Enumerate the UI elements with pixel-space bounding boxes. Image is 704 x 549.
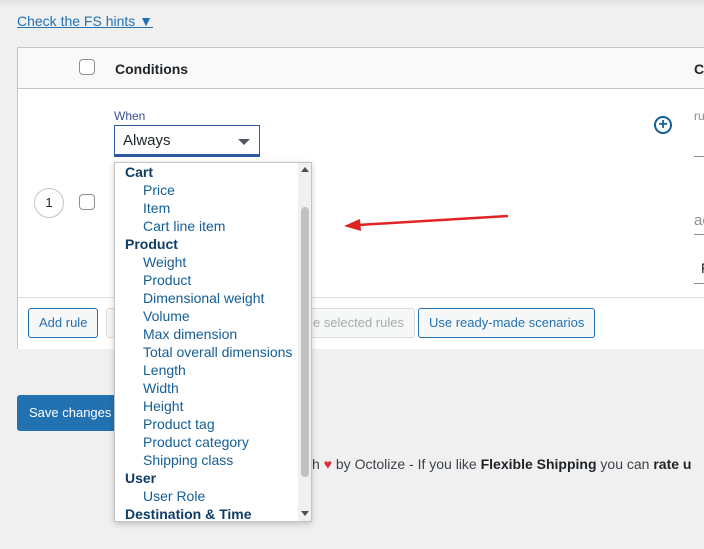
annotation-arrow	[344, 214, 509, 231]
